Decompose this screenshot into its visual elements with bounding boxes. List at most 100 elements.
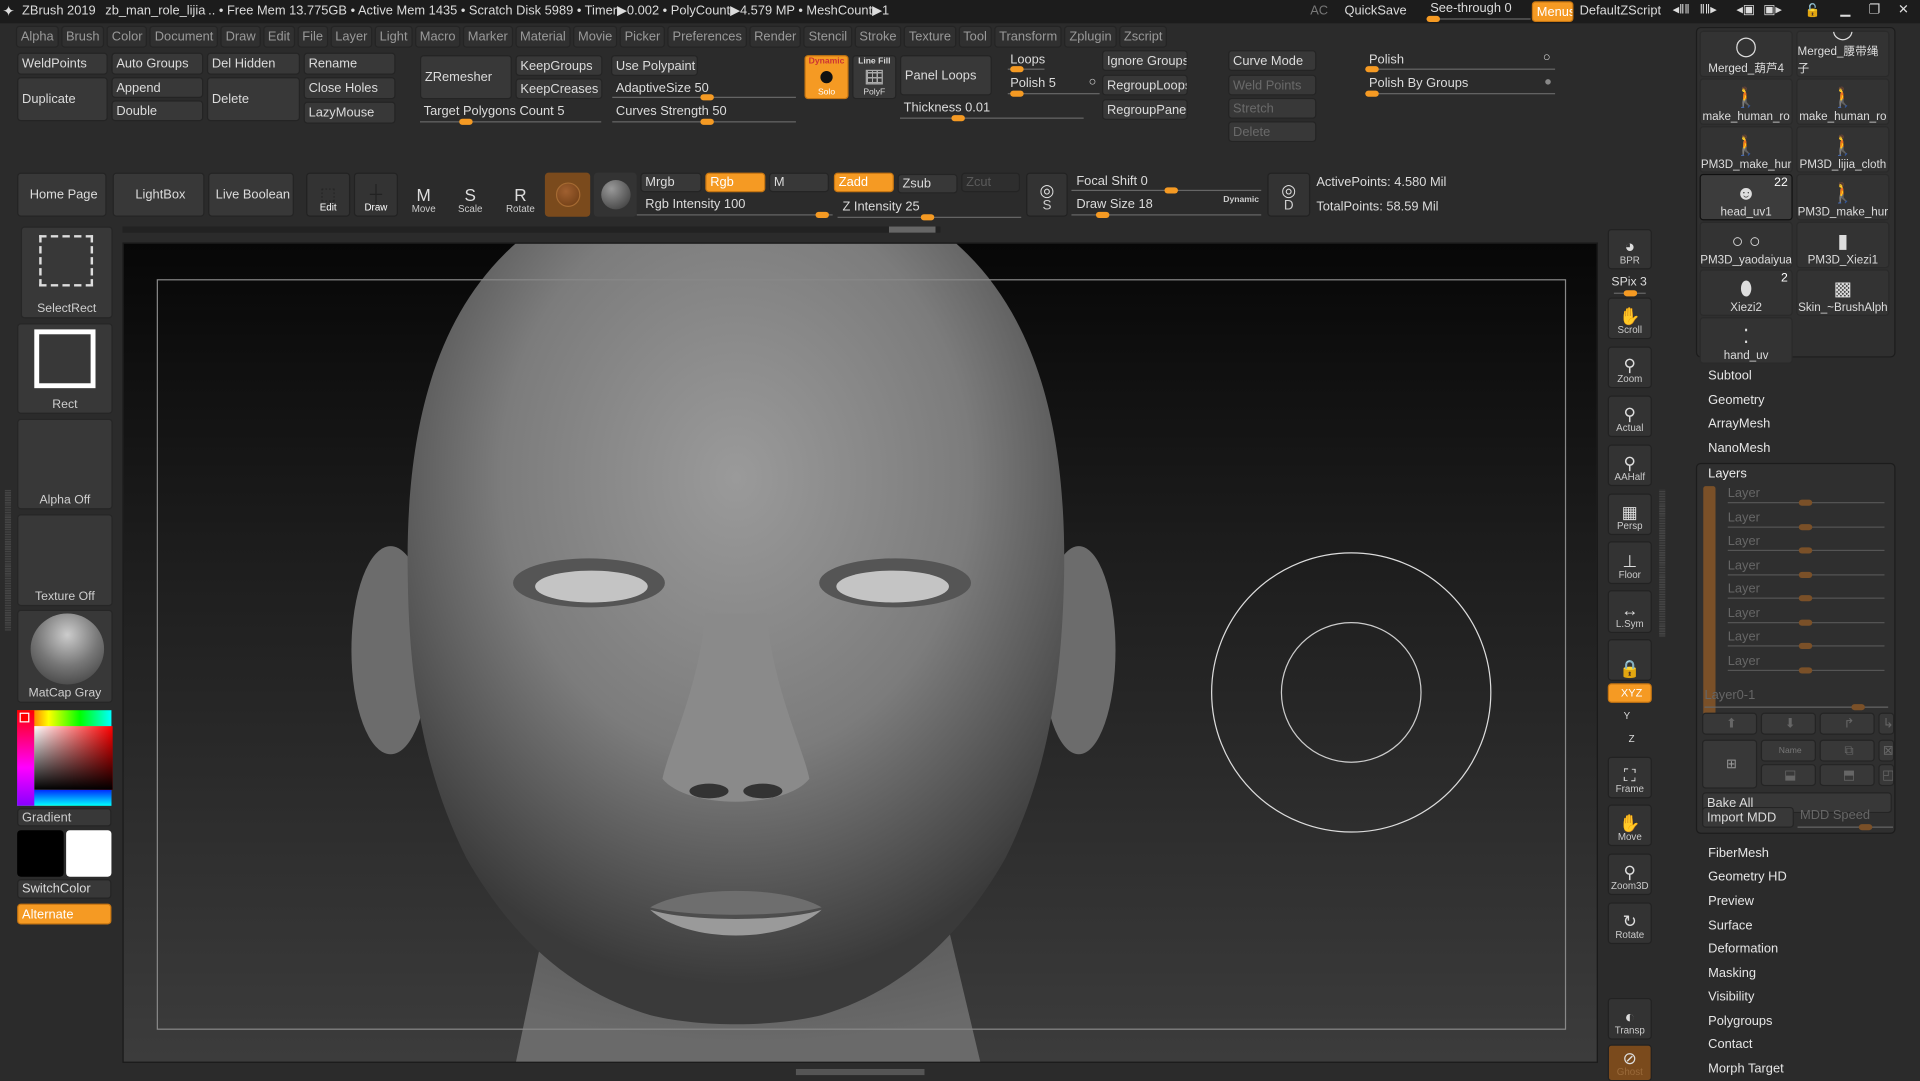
thickness-slider[interactable]: Thickness 0.01	[904, 100, 990, 115]
polish-by-groups-toggle-icon[interactable]: ●	[1544, 75, 1552, 90]
subtool-item[interactable]: ◯ Merged_葫芦4	[1699, 30, 1793, 78]
solo-button[interactable]: Dynamic Solo	[804, 55, 849, 100]
menu-alpha[interactable]: Alpha	[15, 25, 59, 48]
aahalf-button[interactable]: ⚲ AAHalf	[1607, 444, 1652, 487]
merge-visible-button[interactable]: ⬒	[1819, 764, 1875, 787]
tool-menu-subtool[interactable]: Subtool	[1708, 369, 1752, 384]
floor-button[interactable]: ⊥ Floor	[1607, 541, 1652, 585]
stroke-selectrect-button[interactable]: SelectRect	[20, 226, 113, 319]
regroup-panels-button[interactable]: RegroupPanels	[1102, 99, 1188, 121]
rgb-intensity-slider[interactable]: Rgb Intensity 100	[645, 197, 745, 212]
menu-stencil[interactable]: Stencil	[803, 25, 853, 48]
append-button[interactable]: Append	[111, 77, 204, 98]
scroll-left-icon[interactable]: ◂‖‖	[1673, 2, 1690, 17]
mdd-speed-slider[interactable]: MDD Speed	[1800, 808, 1870, 823]
duplicate-layer-button[interactable]: ⧉	[1819, 739, 1875, 762]
left-tray-handle[interactable]	[4, 489, 12, 631]
minimize-icon[interactable]: ▁	[1840, 2, 1850, 17]
polish-toggle-icon[interactable]: ○	[1089, 75, 1097, 90]
subtool-item[interactable]: ◯ Merged_腰带绳子	[1796, 30, 1890, 78]
menu-zplugin[interactable]: Zplugin	[1064, 25, 1117, 48]
brush-rect-button[interactable]: Rect	[17, 323, 113, 414]
layer-name-button[interactable]: Name	[1760, 739, 1816, 762]
z-intensity-slider[interactable]: Z Intensity 25	[842, 200, 919, 215]
layer-item[interactable]: Layer	[1728, 653, 1760, 668]
menus-button[interactable]: Menus	[1531, 1, 1574, 23]
layer-up-button[interactable]: ⬆	[1702, 712, 1758, 735]
tool-menu-morph-target[interactable]: Morph Target	[1708, 1062, 1784, 1077]
layout-right-icon[interactable]: ▣▸	[1763, 2, 1782, 17]
quicksave-button[interactable]: QuickSave	[1344, 4, 1406, 19]
layer-intensity-slider[interactable]	[1727, 547, 1885, 554]
curve-mode-button[interactable]: Curve Mode	[1228, 50, 1317, 72]
tool-menu-fibermesh[interactable]: FiberMesh	[1708, 846, 1769, 861]
layer-split-button[interactable]: ↳	[1878, 712, 1895, 735]
keepgroups-button[interactable]: KeepGroups	[515, 55, 603, 76]
tool-menu-nanomesh[interactable]: NanoMesh	[1708, 441, 1770, 456]
gradient-button[interactable]: Gradient	[17, 808, 112, 827]
main-color-swatch[interactable]	[17, 830, 64, 877]
menu-draw[interactable]: Draw	[220, 25, 261, 48]
menu-texture[interactable]: Texture	[903, 25, 956, 48]
delete-curve-button[interactable]: Delete	[1228, 121, 1317, 143]
layer-intensity-slider[interactable]	[1727, 595, 1885, 602]
menu-transform[interactable]: Transform	[994, 25, 1063, 48]
ghost-button[interactable]: ⊘ Ghost	[1607, 1044, 1652, 1081]
double-button[interactable]: Double	[111, 100, 204, 122]
subtool-item[interactable]: 🚶 PM3D_make_hur	[1796, 173, 1890, 221]
menu-file[interactable]: File	[297, 25, 328, 48]
subtool-item[interactable]: ☻ head_uv1 22	[1699, 173, 1793, 221]
layout-left-icon[interactable]: ◂▣	[1736, 2, 1755, 17]
mrgb-button[interactable]: Mrgb	[640, 172, 702, 193]
polish-r-toggle-icon[interactable]: ○	[1543, 50, 1551, 65]
weld-points-button[interactable]: Weld Points	[1228, 74, 1317, 96]
subtool-item[interactable]: ⁚ hand_uv	[1699, 317, 1793, 364]
zcut-button[interactable]: Zcut	[961, 172, 1021, 193]
menu-color[interactable]: Color	[106, 25, 148, 48]
dynamic-toggle[interactable]: Dynamic	[1223, 196, 1259, 205]
tool-menu-masking[interactable]: Masking	[1708, 966, 1756, 981]
color-picker[interactable]	[17, 710, 113, 806]
layer-intensity-slider[interactable]	[1727, 571, 1885, 578]
menu-edit[interactable]: Edit	[262, 25, 295, 48]
restore-icon[interactable]: ❐	[1869, 2, 1881, 17]
layer-item[interactable]: Layer	[1728, 558, 1760, 573]
rgb-button[interactable]: Rgb	[705, 172, 766, 193]
shading-button[interactable]	[593, 172, 637, 217]
layer-intensity-slider[interactable]	[1727, 642, 1885, 649]
menu-light[interactable]: Light	[374, 25, 413, 48]
use-polypaint-button[interactable]: Use Polypaint	[611, 55, 698, 76]
tool-menu-geometry-hd[interactable]: Geometry HD	[1708, 869, 1787, 884]
alpha-button[interactable]: Alpha Off	[17, 418, 113, 510]
close-icon[interactable]: ✕	[1898, 2, 1909, 17]
tool-menu-deformation[interactable]: Deformation	[1708, 942, 1778, 957]
menu-picker[interactable]: Picker	[619, 25, 666, 48]
spix-slider[interactable]: SPix 3	[1611, 276, 1646, 289]
merge-down-button[interactable]: ⬓	[1760, 764, 1816, 787]
menu-macro[interactable]: Macro	[414, 25, 461, 48]
layer-down-button[interactable]: ⬇	[1760, 712, 1816, 735]
xyz-rotate-button[interactable]: XYZ	[1607, 683, 1652, 703]
adaptive-size-slider[interactable]: AdaptiveSize 50	[616, 81, 709, 96]
weldpoints-button[interactable]: WeldPoints	[17, 52, 108, 75]
edit-button[interactable]: ⬚ Edit	[306, 172, 351, 217]
regroup-loops-button[interactable]: RegroupLoops	[1102, 74, 1188, 96]
toolbar-scrollbar[interactable]	[122, 226, 941, 233]
delete-button[interactable]: Delete	[206, 77, 301, 122]
menu-tool[interactable]: Tool	[958, 25, 992, 48]
bpr-button[interactable]: ◕ BPR	[1607, 228, 1652, 270]
m-button[interactable]: M	[768, 172, 829, 193]
delete-layer-button[interactable]: ⊠	[1878, 739, 1895, 762]
subtool-item[interactable]: 🚶 PM3D_lijia_cloth	[1796, 126, 1890, 173]
right-tray-handle[interactable]	[1659, 489, 1666, 637]
polish-slider[interactable]: Polish 5	[1010, 76, 1056, 91]
layer-item[interactable]: Layer	[1728, 510, 1760, 525]
layer-intensity-slider[interactable]	[1727, 666, 1885, 673]
subtool-item[interactable]: ▩ Skin_~BrushAlph	[1796, 269, 1890, 316]
new-layer-button[interactable]: ⊞	[1702, 739, 1758, 789]
rotate-button[interactable]: R Rotate	[500, 173, 542, 217]
stretch-button[interactable]: Stretch	[1228, 97, 1317, 119]
scroll-button[interactable]: ✋ Scroll	[1607, 297, 1652, 340]
zoom-button[interactable]: ⚲ Zoom	[1607, 346, 1652, 389]
curves-strength-slider[interactable]: Curves Strength 50	[616, 104, 727, 119]
